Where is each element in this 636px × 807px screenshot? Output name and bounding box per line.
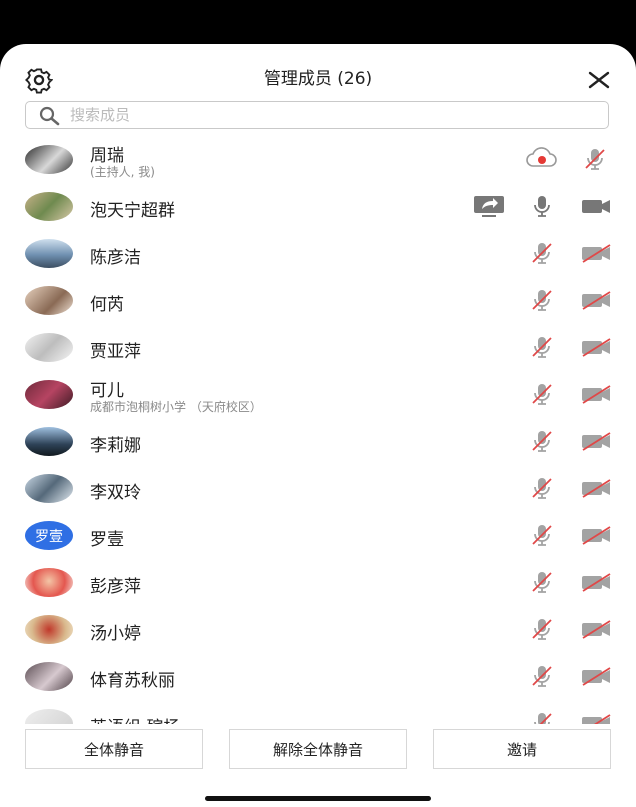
avatar bbox=[25, 662, 73, 691]
camera-off-icon[interactable] bbox=[580, 569, 612, 595]
member-list[interactable]: 周瑞 (主持人, 我) 泡天宁超群 陈彦洁 何芮 贾亚萍 可儿 成都市泡桐树小学… bbox=[0, 136, 636, 724]
member-name: 何芮 bbox=[90, 295, 124, 315]
avatar bbox=[25, 286, 73, 315]
mic-muted-icon[interactable] bbox=[529, 287, 555, 313]
mic-muted-icon[interactable] bbox=[529, 663, 555, 689]
member-name: 英语组 殡杨 bbox=[90, 713, 180, 724]
invite-button[interactable]: 邀请 bbox=[433, 729, 611, 769]
mic-muted-icon[interactable] bbox=[529, 616, 555, 642]
camera-icon[interactable] bbox=[580, 193, 612, 219]
mic-icon[interactable] bbox=[529, 193, 555, 219]
camera-off-icon[interactable] bbox=[580, 334, 612, 360]
unmute-all-button[interactable]: 解除全体静音 bbox=[229, 729, 407, 769]
mic-muted-icon[interactable] bbox=[529, 381, 555, 407]
camera-off-icon[interactable] bbox=[580, 616, 612, 642]
mic-muted-icon[interactable] bbox=[529, 240, 555, 266]
member-row[interactable]: 可儿 成都市泡桐树小学 （天府校区） bbox=[0, 371, 636, 418]
home-indicator bbox=[205, 796, 431, 801]
mic-muted-icon[interactable] bbox=[529, 475, 555, 501]
mic-muted-icon[interactable] bbox=[529, 428, 555, 454]
search-box[interactable] bbox=[25, 101, 609, 129]
camera-off-icon[interactable] bbox=[580, 475, 612, 501]
member-name: 李莉娜 bbox=[90, 436, 141, 456]
member-row[interactable]: 汤小婷 bbox=[0, 606, 636, 653]
screen-share-icon[interactable] bbox=[472, 193, 506, 219]
member-name: 彭彦萍 bbox=[90, 577, 141, 597]
camera-off-icon[interactable] bbox=[580, 287, 612, 313]
search-icon bbox=[39, 106, 60, 126]
member-row[interactable]: 何芮 bbox=[0, 277, 636, 324]
member-name: 泡天宁超群 bbox=[90, 201, 175, 221]
camera-off-icon[interactable] bbox=[580, 663, 612, 689]
bottom-action-bar: 全体静音 解除全体静音 邀请 bbox=[0, 724, 636, 774]
member-subtitle: 成都市泡桐树小学 （天府校区） bbox=[90, 400, 262, 414]
mute-all-button[interactable]: 全体静音 bbox=[25, 729, 203, 769]
member-row[interactable]: 李双玲 bbox=[0, 465, 636, 512]
close-icon[interactable] bbox=[587, 68, 611, 92]
camera-off-icon[interactable] bbox=[580, 428, 612, 454]
member-row[interactable]: 体育苏秋丽 bbox=[0, 653, 636, 700]
cloud-recording-icon[interactable] bbox=[525, 146, 559, 172]
camera-off-icon[interactable] bbox=[580, 710, 612, 724]
mic-muted-icon[interactable] bbox=[529, 710, 555, 724]
member-row[interactable]: 泡天宁超群 bbox=[0, 183, 636, 230]
avatar bbox=[25, 427, 73, 456]
member-subtitle: (主持人, 我) bbox=[90, 165, 155, 179]
avatar bbox=[25, 333, 73, 362]
page-title: 管理成员 (26) bbox=[263, 69, 373, 89]
member-management-sheet: 管理成员 (26) 周瑞(主持人, 我) 泡天宁超群 陈彦洁 bbox=[0, 44, 636, 807]
camera-off-icon[interactable] bbox=[580, 522, 612, 548]
search-input[interactable] bbox=[70, 105, 590, 125]
member-name: 贾亚萍 bbox=[90, 342, 141, 362]
avatar bbox=[25, 380, 73, 409]
avatar bbox=[25, 145, 73, 174]
avatar-text: 罗壹 bbox=[25, 521, 73, 550]
mic-muted-icon[interactable] bbox=[529, 569, 555, 595]
mic-muted-icon[interactable] bbox=[529, 522, 555, 548]
member-row[interactable]: 罗壹 罗壹 bbox=[0, 512, 636, 559]
camera-off-icon[interactable] bbox=[580, 381, 612, 407]
mic-muted-icon[interactable] bbox=[529, 334, 555, 360]
member-row[interactable]: 彭彦萍 bbox=[0, 559, 636, 606]
avatar bbox=[25, 474, 73, 503]
member-name: 李双玲 bbox=[90, 483, 141, 503]
default-avatar bbox=[25, 709, 73, 724]
avatar bbox=[25, 192, 73, 221]
member-row[interactable]: 周瑞 (主持人, 我) bbox=[0, 136, 636, 183]
member-name: 陈彦洁 bbox=[90, 248, 141, 268]
member-row[interactable]: 李莉娜 bbox=[0, 418, 636, 465]
member-name: 罗壹 bbox=[90, 530, 124, 550]
avatar bbox=[25, 568, 73, 597]
member-row[interactable]: 英语组 殡杨 bbox=[0, 700, 636, 724]
avatar bbox=[25, 615, 73, 644]
member-row[interactable]: 陈彦洁 bbox=[0, 230, 636, 277]
member-row[interactable]: 贾亚萍 bbox=[0, 324, 636, 371]
mic-muted-icon[interactable] bbox=[582, 146, 608, 172]
camera-off-icon[interactable] bbox=[580, 240, 612, 266]
member-name: 体育苏秋丽 bbox=[90, 671, 175, 691]
member-name: 汤小婷 bbox=[90, 624, 141, 644]
avatar bbox=[25, 239, 73, 268]
